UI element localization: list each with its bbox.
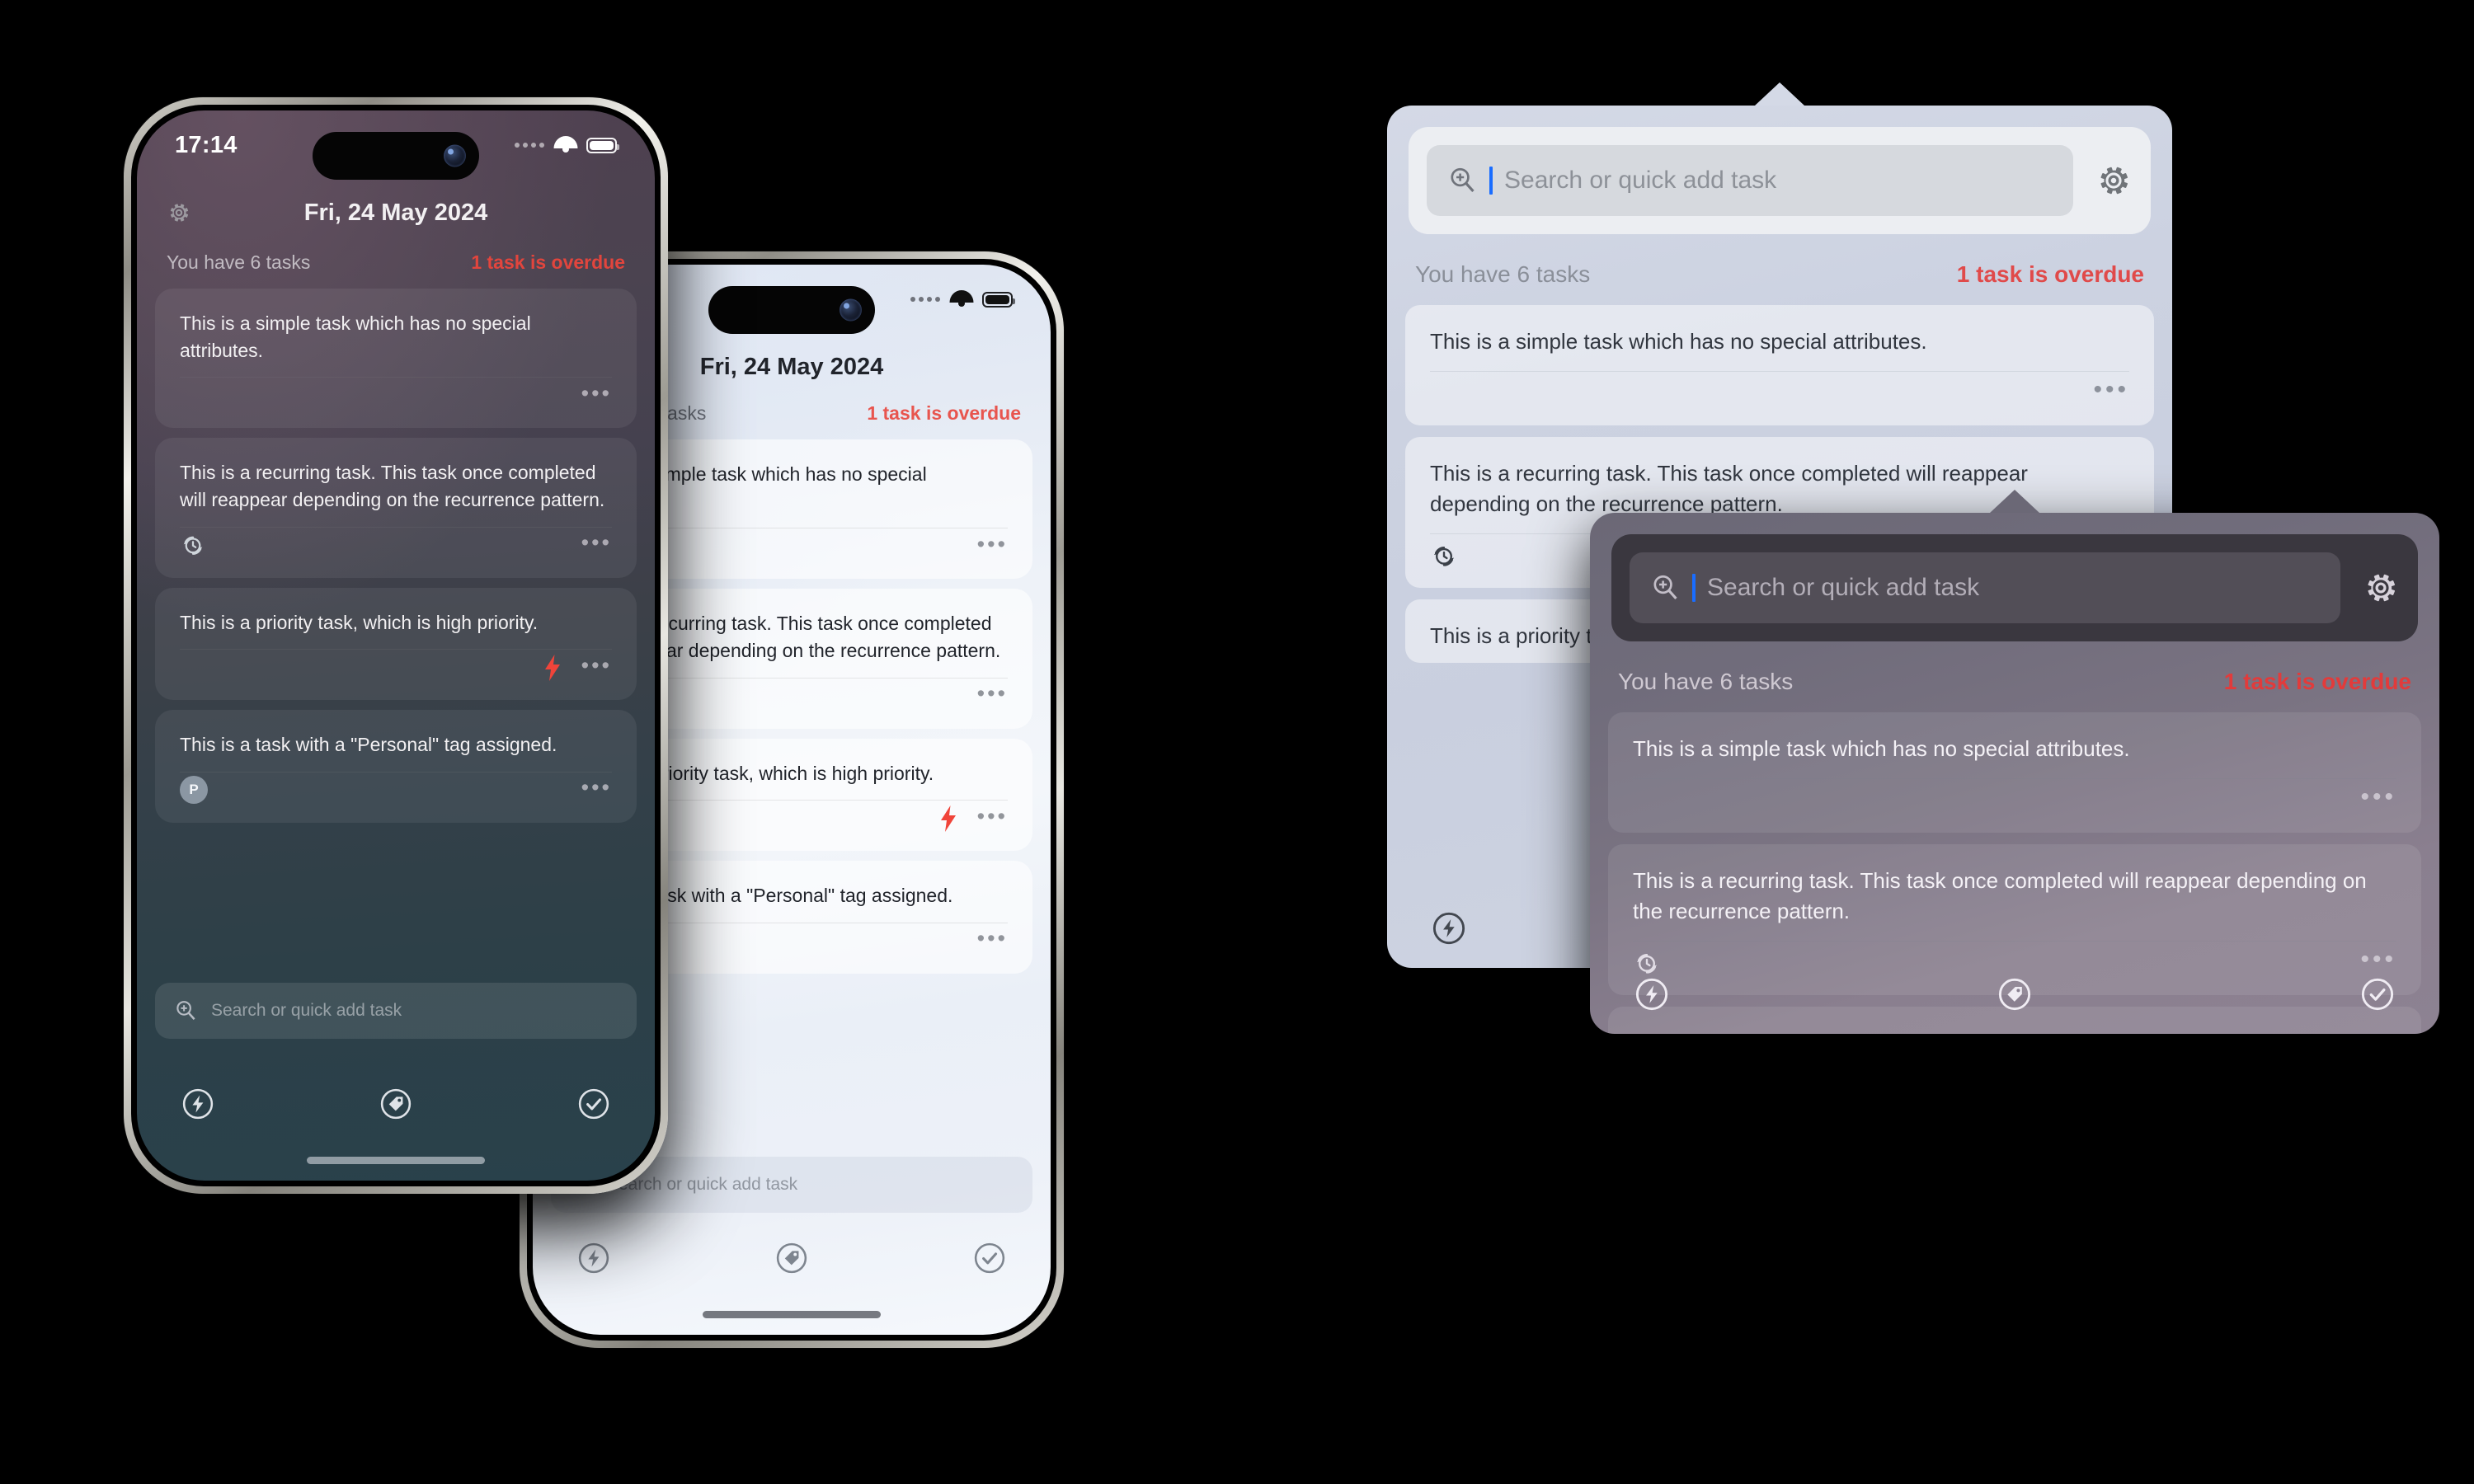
overdue-label: 1 task is overdue — [1956, 261, 2144, 287]
task-title: This is a simple task which has no speci… — [1430, 329, 1927, 354]
search-placeholder: Search or quick add task — [1504, 167, 1777, 194]
battery-icon — [586, 137, 619, 153]
task-title: This is a priority task, which is high p… — [180, 611, 539, 633]
task-count-label: You have 6 tasks — [1415, 261, 1591, 287]
task-row[interactable]: This is a simple task which has no speci… — [1405, 305, 2154, 426]
overdue-label: 1 task is overdue — [2223, 669, 2411, 694]
tag-circle-icon[interactable] — [378, 1086, 414, 1122]
tab-bar — [533, 1229, 1051, 1287]
search-placeholder: Search or quick add task — [1707, 574, 1980, 601]
wifi-icon — [949, 290, 973, 308]
check-circle-icon[interactable] — [576, 1086, 612, 1122]
tag-badge[interactable]: P — [180, 776, 208, 805]
widget-counts-row: You have 6 tasks 1 task is overdue — [1387, 256, 2172, 294]
battery-icon — [982, 291, 1015, 308]
tag-circle-icon[interactable] — [1996, 975, 2034, 1013]
widget-search-shell: Search or quick add task — [1611, 534, 2418, 641]
search-placeholder: Search or quick add task — [211, 1001, 402, 1020]
task-row[interactable]: This is a simple task which has no speci… — [155, 289, 637, 429]
task-row[interactable]: This is a recurring task. This task once… — [155, 438, 637, 578]
tab-bar — [137, 1075, 655, 1133]
widget-pointer-arrow — [1990, 490, 2039, 513]
task-row[interactable]: This is a simple task which has no speci… — [1608, 712, 2421, 834]
task-row[interactable]: This is a task with a "Personal" tag ass… — [155, 710, 637, 823]
recurrence-icon — [183, 536, 203, 556]
magnifier-plus-icon — [176, 1001, 195, 1021]
magnifier-plus-icon — [1451, 167, 1475, 193]
magnifier-plus-icon — [1653, 575, 1677, 600]
bolt-circle-icon[interactable] — [180, 1086, 216, 1122]
check-circle-icon[interactable] — [971, 1240, 1008, 1276]
bolt-circle-icon[interactable] — [576, 1240, 612, 1276]
counts-row: You have 6 tasks 1 task is overdue — [137, 246, 655, 279]
search-input[interactable]: Search or quick add task — [1630, 552, 2340, 623]
gear-icon[interactable] — [167, 200, 191, 225]
priority-bolt-icon — [544, 654, 560, 681]
front-camera-icon — [444, 144, 466, 167]
bolt-circle-icon[interactable] — [1633, 975, 1671, 1013]
wifi-icon — [553, 136, 577, 154]
bolt-circle-icon[interactable] — [1430, 909, 1468, 947]
status-time: 17:14 — [175, 131, 238, 158]
task-title: This is a simple task which has no speci… — [180, 312, 531, 361]
signal-dots-icon — [515, 143, 544, 148]
dark-theme-desktop-widget: Search or quick add task You have 6 task… — [1590, 490, 2439, 1034]
search-input[interactable]: Search or quick add task — [1427, 145, 2073, 216]
recurrence-icon — [1433, 546, 1455, 566]
home-indicator — [703, 1311, 881, 1318]
text-cursor — [1489, 167, 1493, 195]
text-cursor — [1692, 574, 1696, 602]
front-camera-icon — [840, 298, 862, 322]
dynamic-island — [313, 132, 479, 180]
search-area: Search or quick add task — [137, 983, 655, 1039]
gear-icon[interactable] — [2362, 569, 2400, 607]
task-count-label: You have 6 tasks — [167, 251, 311, 273]
overdue-label: 1 task is overdue — [867, 402, 1021, 424]
widget-tab-bar — [1590, 955, 2439, 1034]
task-row[interactable]: This is a priority task, which is high p… — [155, 587, 637, 701]
search-input[interactable]: Search or quick add task — [155, 983, 637, 1039]
widget-search-shell: Search or quick add task — [1409, 127, 2151, 234]
home-indicator — [307, 1157, 485, 1164]
dynamic-island — [708, 286, 875, 334]
gear-icon[interactable] — [2095, 162, 2133, 200]
task-title: This is a recurring task. This task once… — [1633, 868, 2367, 923]
overdue-label: 1 task is overdue — [471, 251, 625, 273]
priority-bolt-icon — [940, 805, 956, 832]
task-list: This is a simple task which has no speci… — [137, 289, 655, 833]
dark-theme-phone: 17:14 Fri, 24 May 2024 You have 6 tasks … — [124, 97, 668, 1194]
screenshot-stage: Search or quick add task You have 6 task… — [0, 0, 2474, 1484]
page-title: Fri, 24 May 2024 — [303, 199, 488, 226]
signal-dots-icon — [910, 297, 940, 302]
tag-circle-icon[interactable] — [774, 1240, 810, 1276]
widget-pointer-arrow — [1755, 82, 1804, 106]
widget-counts-row: You have 6 tasks 1 task is overdue — [1590, 663, 2439, 701]
check-circle-icon[interactable] — [2359, 975, 2396, 1013]
task-title: This is a simple task which has no speci… — [1633, 736, 2130, 761]
app-header: Fri, 24 May 2024 — [137, 186, 655, 239]
task-title: This is a task with a "Personal" tag ass… — [180, 734, 557, 756]
task-title: This is a recurring task. This task once… — [180, 462, 605, 510]
task-count-label: You have 6 tasks — [1618, 669, 1794, 694]
